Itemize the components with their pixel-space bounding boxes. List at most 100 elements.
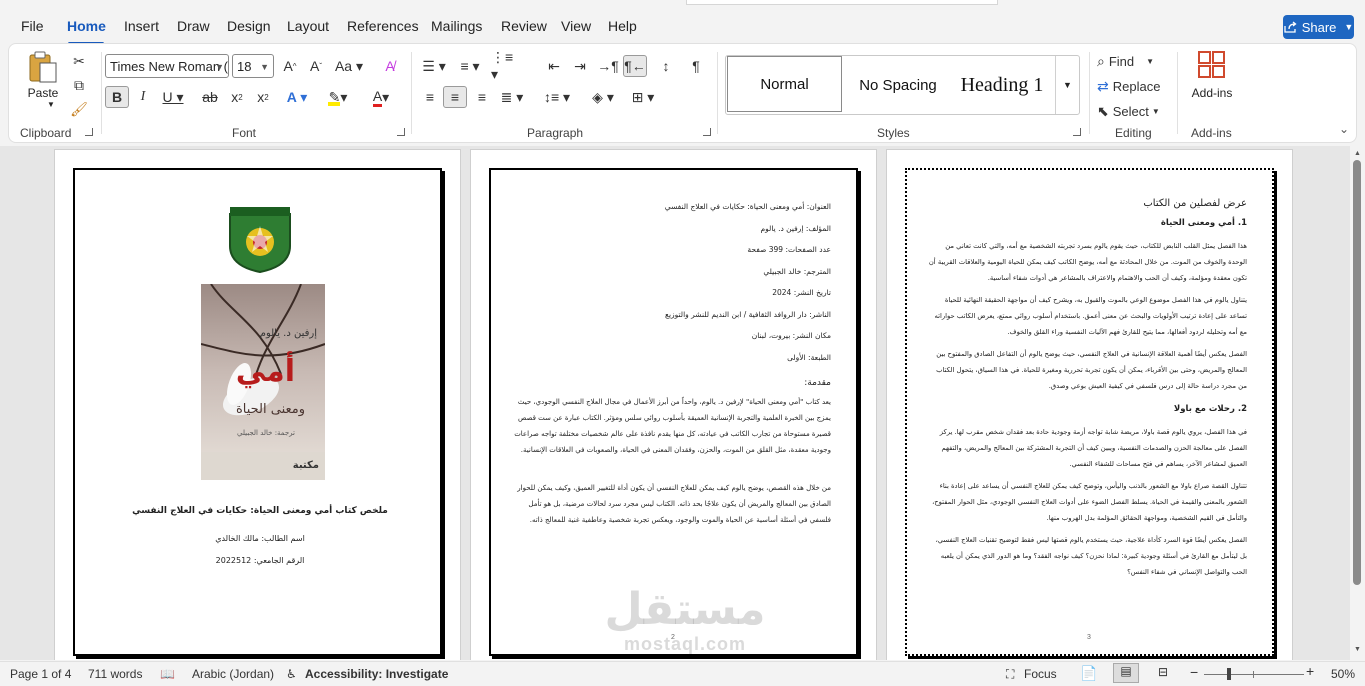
page-2: العنوان: أمي ومعنى الحياة: حكايات في الع…	[470, 149, 877, 660]
focus-label[interactable]: Focus	[1024, 667, 1057, 681]
styles-launcher-icon[interactable]	[1073, 128, 1081, 136]
cover-publisher: مكتبة	[292, 460, 319, 471]
subscript-button[interactable]: x2	[227, 86, 247, 108]
tab-references[interactable]: References	[347, 18, 419, 34]
font-size-box[interactable]: 18 ▼	[232, 54, 274, 78]
increase-indent-icon[interactable]: ⇥	[569, 55, 591, 77]
collapse-ribbon-icon[interactable]: ⌄	[1339, 122, 1349, 136]
grow-font-icon[interactable]: A ^	[279, 55, 301, 77]
font-color-icon[interactable]: A ▾	[364, 86, 398, 108]
chapter-2-title: 2. رحلات مع باولا	[1173, 404, 1247, 414]
tab-file[interactable]: File	[21, 18, 44, 34]
tab-layout[interactable]: Layout	[287, 18, 329, 34]
multilevel-list-icon[interactable]: ⋮≡ ▾	[491, 49, 521, 82]
shading-icon[interactable]: ◈ ▾	[587, 86, 619, 108]
menu-bar: File Home Insert Draw Design Layout Refe…	[0, 10, 1365, 45]
borders-icon[interactable]: ⊞ ▾	[627, 86, 659, 108]
tab-mailings[interactable]: Mailings	[431, 18, 482, 34]
format-painter-icon[interactable]: 🖌	[69, 98, 89, 120]
highlight-icon[interactable]: ✎ ▾	[321, 86, 355, 108]
web-layout-icon[interactable]: ⊟	[1158, 665, 1168, 679]
bullets-icon[interactable]: ☰ ▾	[419, 55, 449, 77]
underline-button[interactable]: U ▾	[159, 86, 187, 108]
numbering-icon[interactable]: ≡ ▾	[455, 55, 485, 77]
clipboard-launcher-icon[interactable]	[85, 128, 93, 136]
scrollbar-thumb[interactable]	[1353, 160, 1361, 585]
print-layout-icon[interactable]: ▤	[1113, 663, 1139, 683]
tab-view[interactable]: View	[561, 18, 591, 34]
meta-date: تاريخ النشر: 2024	[772, 288, 831, 297]
chapter-2-paragraph-1: في هذا الفصل، يروي يالوم قصة باولا، مريض…	[939, 428, 1247, 468]
show-formatting-icon[interactable]: ¶	[685, 55, 707, 77]
separator	[101, 52, 102, 134]
accessibility-status[interactable]: Accessibility: Investigate	[305, 667, 448, 681]
paragraph-launcher-icon[interactable]	[703, 128, 711, 136]
language-status[interactable]: Arabic (Jordan)	[192, 667, 274, 681]
line-spacing-icon[interactable]: ↕≡ ▾	[541, 86, 573, 108]
text-effects-icon[interactable]: A ▾	[281, 86, 313, 108]
clear-formatting-icon[interactable]: A̸	[379, 55, 401, 77]
align-left-icon[interactable]: ≡	[419, 86, 441, 108]
copy-icon[interactable]: ⧉	[69, 74, 89, 96]
tab-design[interactable]: Design	[227, 18, 271, 34]
chapter-1-paragraph-2: يتناول يالوم في هذا الفصل موضوع الوعي با…	[934, 296, 1247, 336]
quick-access-strip	[686, 0, 998, 5]
focus-icon[interactable]: ⛶	[1006, 667, 1014, 682]
font-launcher-icon[interactable]	[397, 128, 405, 136]
sort-icon[interactable]: ↕	[655, 55, 677, 77]
tab-help[interactable]: Help	[608, 18, 637, 34]
zoom-slider-thumb[interactable]	[1227, 668, 1231, 680]
page-number: 3	[1087, 634, 1091, 641]
tab-insert[interactable]: Insert	[124, 18, 159, 34]
font-name-box[interactable]: Times New Roman (▼	[105, 54, 229, 78]
align-center-icon[interactable]: ≡	[443, 86, 467, 108]
tab-home[interactable]: Home	[67, 18, 106, 34]
scroll-down-icon[interactable]: ▼	[1354, 646, 1361, 653]
word-count[interactable]: 711 words	[88, 667, 142, 681]
paste-button[interactable]: Paste	[25, 50, 61, 102]
page-count[interactable]: Page 1 of 4	[10, 667, 71, 681]
zoom-in-icon[interactable]: +	[1306, 663, 1314, 679]
strikethrough-button[interactable]: ab	[199, 86, 221, 108]
intro-heading: مقدمة:	[804, 378, 831, 388]
vertical-scrollbar[interactable]: ▲ ▼	[1350, 146, 1365, 660]
decrease-indent-icon[interactable]: ⇤	[543, 55, 565, 77]
bold-button[interactable]: B	[105, 86, 129, 108]
tab-draw[interactable]: Draw	[177, 18, 210, 34]
scroll-up-icon[interactable]: ▲	[1354, 150, 1361, 157]
rtl-icon[interactable]: ¶←	[623, 55, 647, 77]
tab-review[interactable]: Review	[501, 18, 547, 34]
superscript-button[interactable]: x2	[253, 86, 273, 108]
italic-button[interactable]: I	[133, 86, 153, 108]
shrink-font-icon[interactable]: Aˇ	[305, 55, 327, 77]
student-name: اسم الطالب: مالك الخالدي	[215, 534, 305, 543]
read-mode-icon[interactable]: 📄	[1080, 665, 1097, 682]
zoom-level[interactable]: 50%	[1331, 667, 1355, 681]
university-logo	[229, 207, 291, 274]
intro-paragraph-1: يعد كتاب "أمي ومعنى الحياة" لإرفين د. يا…	[514, 398, 831, 454]
find-button[interactable]: ⌕ Find ▼	[1097, 50, 1172, 72]
cut-icon[interactable]: ✂	[69, 50, 89, 72]
replace-button[interactable]: ⇄ Replace	[1097, 75, 1172, 97]
paste-chevron-icon[interactable]: ▼	[47, 100, 55, 109]
share-button[interactable]: Share ▼	[1283, 15, 1354, 39]
style-normal[interactable]: Normal	[727, 56, 842, 112]
chevron-down-icon: ▼	[215, 62, 224, 72]
justify-icon[interactable]: ≣ ▾	[497, 86, 527, 108]
addins-button[interactable]: Add-ins	[1187, 50, 1237, 102]
meta-author: المؤلف: إرفين د. يالوم	[760, 223, 831, 233]
change-case-icon[interactable]: Aa ▾	[334, 55, 364, 77]
cover-translator: ترجمة: خالد الجبيلي	[237, 429, 295, 437]
style-no-spacing[interactable]: No Spacing	[844, 56, 952, 114]
share-chevron-icon[interactable]: ▼	[1344, 22, 1353, 32]
ribbon: Paste ▼ ✂ ⧉ 🖌 Clipboard Times New Roman …	[8, 43, 1357, 143]
share-icon	[1284, 21, 1297, 33]
style-heading-1[interactable]: Heading 1	[952, 56, 1052, 114]
ltr-icon[interactable]: →¶	[597, 55, 619, 77]
styles-more-icon[interactable]: ▼	[1055, 56, 1079, 114]
zoom-out-icon[interactable]: −	[1190, 664, 1198, 680]
proofing-icon[interactable]: 📖	[160, 667, 175, 681]
zoom-slider[interactable]	[1204, 674, 1304, 675]
align-right-icon[interactable]: ≡	[471, 86, 493, 108]
select-button[interactable]: ⬉ Select ▼	[1097, 100, 1172, 122]
